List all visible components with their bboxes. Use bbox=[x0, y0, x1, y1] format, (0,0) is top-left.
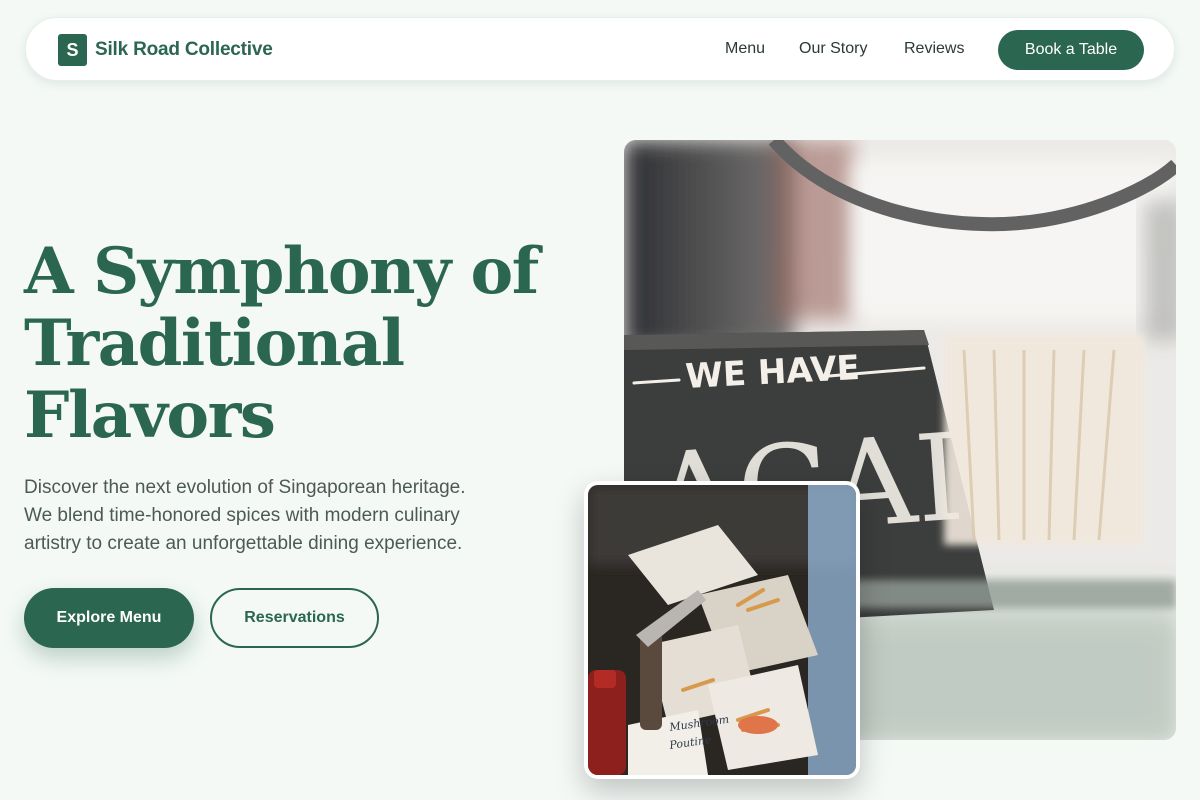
brand-link[interactable]: S Silk Road Collective bbox=[58, 34, 273, 66]
explore-menu-button[interactable]: Explore Menu bbox=[24, 588, 194, 648]
reservations-button[interactable]: Reservations bbox=[210, 588, 379, 648]
description-line: We blend time-honored spices with modern… bbox=[24, 505, 460, 526]
top-navbar: S Silk Road Collective Menu Our Story Re… bbox=[25, 17, 1175, 81]
food-boxes-photo: Mushroom Poutine bbox=[584, 481, 860, 779]
nav-link-menu[interactable]: Menu bbox=[725, 40, 765, 58]
brand-name: Silk Road Collective bbox=[95, 39, 273, 60]
description-line: Discover the next evolution of Singapore… bbox=[24, 477, 466, 498]
headline-line: Traditional bbox=[24, 306, 405, 381]
hero-headline: A Symphony of Traditional Flavors bbox=[24, 236, 584, 452]
headline-line: A Symphony of bbox=[24, 234, 539, 309]
hero-description: Discover the next evolution of Singapore… bbox=[24, 474, 544, 558]
headline-line: Flavors bbox=[24, 378, 276, 453]
nav-link-reviews[interactable]: Reviews bbox=[904, 40, 964, 58]
description-line: artistry to create an unforgettable dini… bbox=[24, 533, 463, 554]
logo-icon: S bbox=[58, 34, 87, 66]
book-table-button[interactable]: Book a Table bbox=[998, 30, 1144, 70]
nav-link-our-story[interactable]: Our Story bbox=[799, 40, 867, 58]
